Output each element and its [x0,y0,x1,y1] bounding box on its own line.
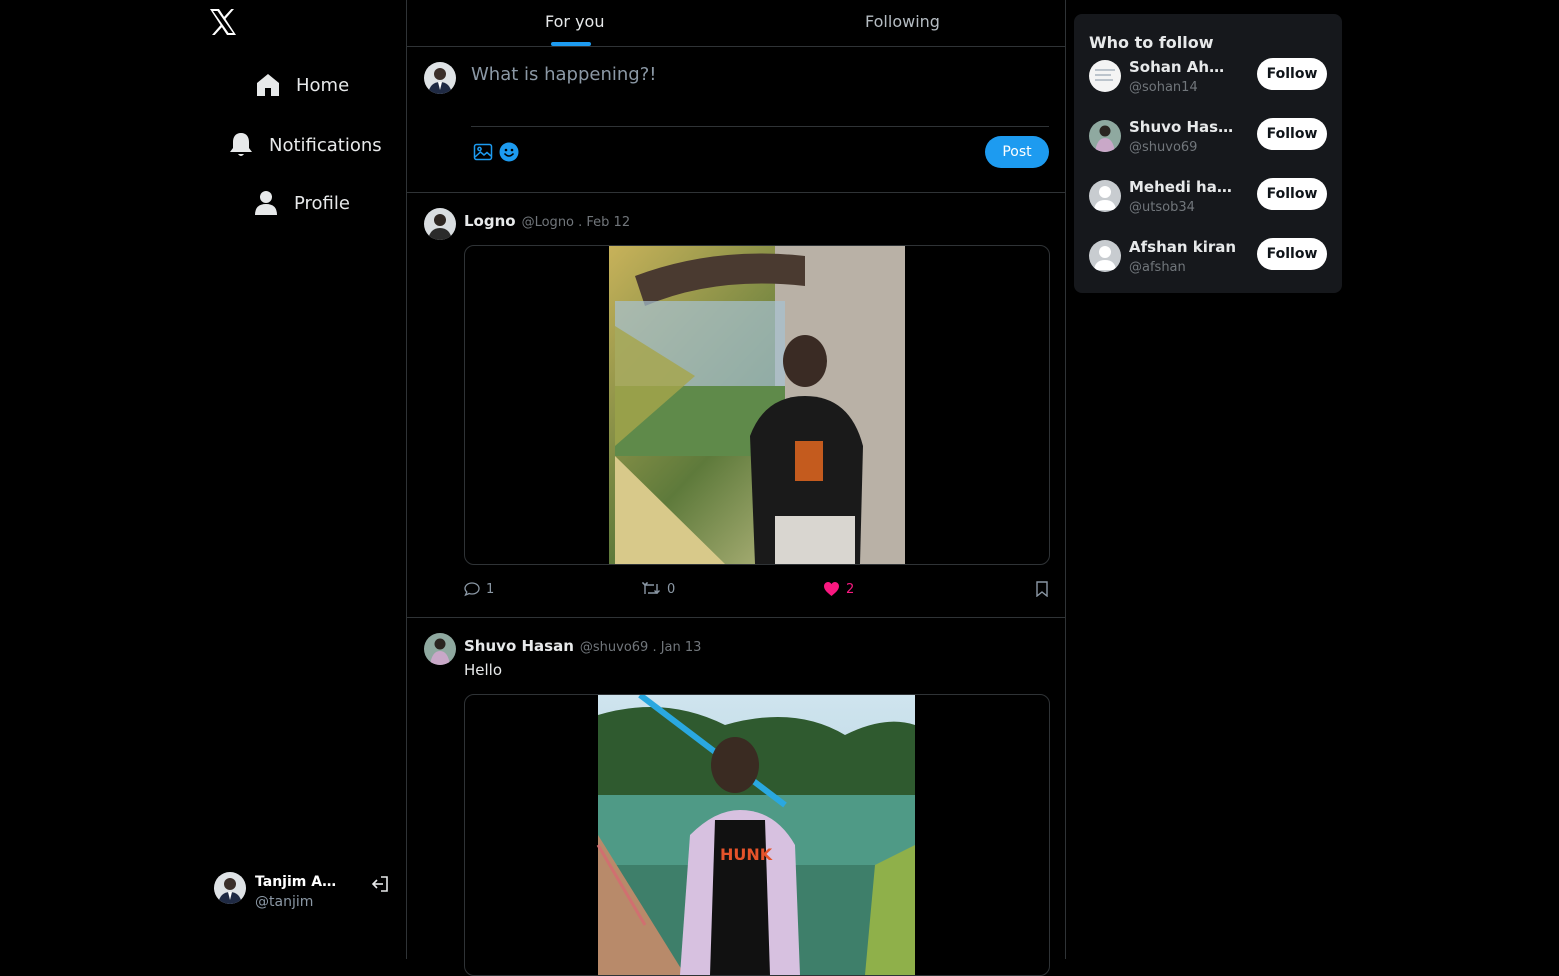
tweet-author[interactable]: Shuvo Hasan [464,637,574,655]
retweet-icon [642,582,660,594]
composer-divider [471,126,1049,127]
avatar[interactable] [424,633,456,665]
svg-text:HUNK: HUNK [720,845,773,864]
post-button[interactable]: Post [985,136,1049,168]
logout-icon[interactable] [370,874,390,894]
account-name: Tanjim Al... [255,874,337,890]
nav-notifications-label: Notifications [269,134,382,156]
retweet-button[interactable]: 0 [641,581,675,597]
tweet[interactable]: Shuvo Hasan @shuvo69 . Jan 13 Hello HUNK [407,618,1065,976]
account-handle: @tanjim [255,894,314,910]
suggestion-handle: @sohan14 [1129,80,1198,95]
feed-tabs: For you Following [407,0,1065,47]
reply-button[interactable]: 1 [464,581,494,597]
suggestion-item[interactable]: Sohan Ahmed @sohan14 Follow [1089,58,1329,98]
avatar[interactable] [1089,60,1121,92]
suggestion-name[interactable]: Mehedi hasa... [1129,178,1237,196]
avatar[interactable] [424,208,456,240]
emoji-icon[interactable] [499,142,519,162]
x-logo-icon[interactable] [208,7,238,37]
suggestion-item[interactable]: Shuvo Hasan @shuvo69 Follow [1089,118,1329,158]
avatar[interactable] [1089,120,1121,152]
bookmark-button[interactable] [1035,581,1055,597]
tweet-composer: Post [407,47,1065,193]
who-to-follow-panel: Who to follow Sohan Ahmed @sohan14 Follo… [1074,14,1342,293]
follow-button[interactable]: Follow [1257,178,1327,210]
active-tab-indicator [551,42,591,46]
account-switcher[interactable]: Tanjim Al... @tanjim [214,872,394,912]
who-to-follow-title: Who to follow [1089,33,1214,52]
home-icon [254,71,282,99]
tweet-photo [609,246,905,564]
tweet-photo: HUNK [596,695,915,975]
tweet-header: Shuvo Hasan @shuvo69 . Jan 13 [464,637,701,655]
suggestion-name[interactable]: Shuvo Hasan [1129,118,1237,136]
bookmark-icon [1036,581,1048,597]
nav-home-label: Home [296,74,350,96]
tweet-text: Hello [464,661,503,679]
tab-for-you[interactable]: For you [545,12,604,31]
avatar [424,62,456,94]
suggestion-item[interactable]: Afshan kiran @afshan Follow [1089,238,1329,278]
tweet-meta: @Logno . Feb 12 [521,215,631,230]
comment-icon [464,582,480,597]
follow-button[interactable]: Follow [1257,118,1327,150]
tab-following[interactable]: Following [865,12,940,31]
tweet[interactable]: Logno @Logno . Feb 12 1 0 2 [407,193,1065,618]
tweet-header: Logno @Logno . Feb 12 [464,212,630,230]
image-icon[interactable] [473,142,493,162]
tweet-actions: 1 0 2 [464,581,1050,601]
heart-icon [824,582,839,596]
nav-profile[interactable]: Profile [252,189,350,217]
person-icon [252,189,280,217]
like-count: 2 [846,581,855,597]
tweet-media[interactable]: HUNK [464,694,1050,976]
tweet-meta: @shuvo69 . Jan 13 [579,640,702,655]
default-avatar-icon[interactable] [1089,240,1121,272]
compose-input[interactable] [471,64,1049,85]
tweet-media[interactable] [464,245,1050,565]
main-feed: For you Following Post Logno @Logno . Feb… [406,0,1066,976]
default-avatar-icon[interactable] [1089,180,1121,212]
nav-home[interactable]: Home [254,71,349,99]
avatar [214,872,246,904]
nav-profile-label: Profile [294,192,350,214]
suggestion-item[interactable]: Mehedi hasa... @utsob34 Follow [1089,178,1329,218]
tweet-author[interactable]: Logno [464,212,516,230]
suggestion-handle: @shuvo69 [1129,140,1198,155]
suggestion-handle: @afshan [1129,260,1186,275]
suggestion-handle: @utsob34 [1129,200,1195,215]
suggestion-name[interactable]: Sohan Ahmed [1129,58,1237,76]
like-button[interactable]: 2 [823,581,854,597]
reply-count: 1 [486,581,495,597]
left-sidebar: Home Notifications Profile Tanjim Al... … [0,0,406,959]
follow-button[interactable]: Follow [1257,238,1327,270]
follow-button[interactable]: Follow [1257,58,1327,90]
suggestion-name[interactable]: Afshan kiran [1129,238,1237,256]
retweet-count: 0 [667,581,676,597]
bell-icon [227,131,255,159]
nav-notifications[interactable]: Notifications [227,131,382,159]
